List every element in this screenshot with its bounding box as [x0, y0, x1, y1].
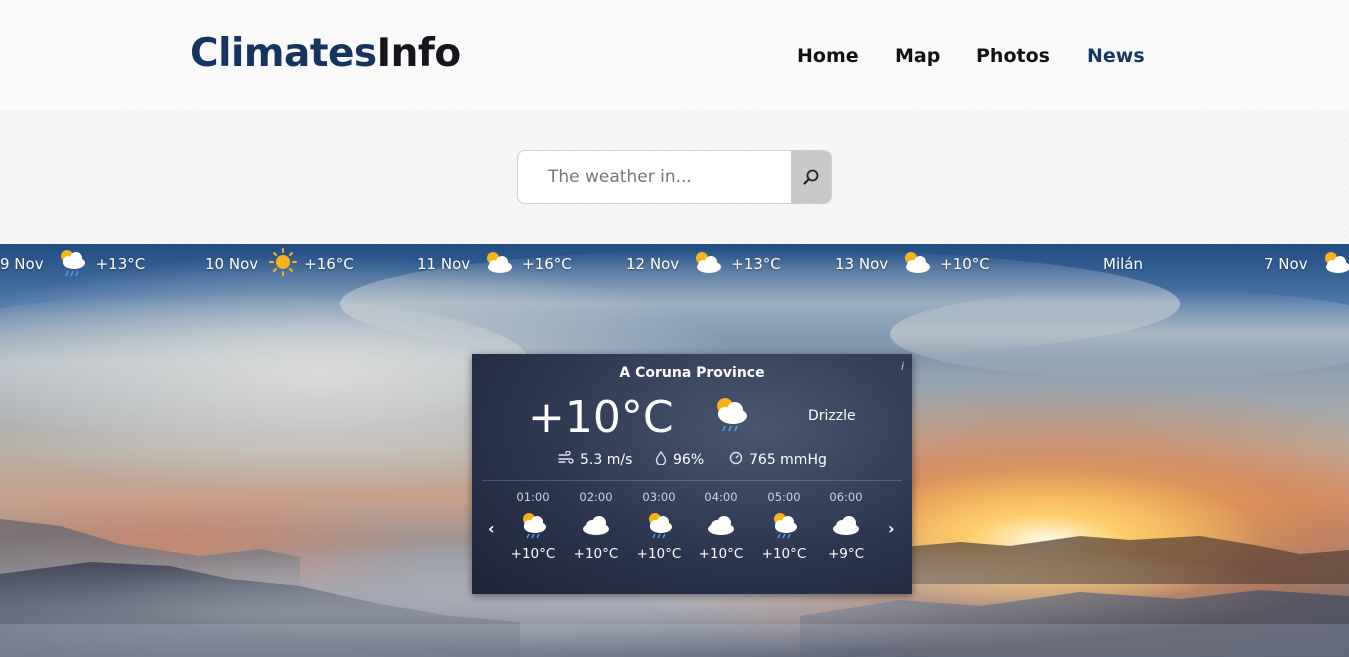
hour-temp: +9°C	[827, 546, 865, 562]
strip-day-9-nov[interactable]: 9 Nov +13°C	[0, 250, 145, 278]
cloud-icon	[568, 508, 624, 542]
sun-cloud-rain-icon	[756, 508, 812, 542]
sun-cloud-icon	[689, 247, 725, 281]
sun-icon	[268, 247, 298, 281]
site-header: ClimatesInfo Home Map Photos News	[0, 0, 1349, 110]
strip-date: 11 Nov	[417, 255, 471, 273]
nav-home[interactable]: Home	[797, 44, 859, 68]
wind-stat: 5.3 m/s	[558, 450, 632, 470]
humidity-stat: 96%	[655, 450, 704, 470]
strip-city-milan[interactable]: Milán	[1103, 250, 1143, 278]
info-icon[interactable]: i	[901, 360, 904, 373]
sun-cloud-rain-icon	[708, 394, 752, 438]
search-section	[0, 110, 1349, 244]
current-condition: Drizzle	[808, 408, 856, 424]
strip-day-12-nov[interactable]: 12 Nov +13°C	[626, 250, 781, 278]
strip-date: 7 Nov	[1264, 255, 1308, 273]
hour-time: 03:00	[642, 490, 676, 504]
gauge-icon	[729, 451, 743, 469]
strip-temp: +10°C	[940, 255, 990, 273]
nav-news[interactable]: News	[1087, 44, 1145, 68]
chevron-right-icon[interactable]: ›	[888, 519, 895, 538]
hourly-item: 03:00 +10°C	[631, 490, 687, 562]
sun-cloud-icon	[1318, 247, 1349, 281]
hourly-item: 02:00 +10°C	[568, 490, 624, 562]
strip-date: 12 Nov	[626, 255, 680, 273]
search-input[interactable]	[518, 151, 792, 203]
widget-divider	[482, 480, 902, 481]
nav-map[interactable]: Map	[895, 44, 940, 68]
strip-temp: +16°C	[304, 255, 354, 273]
sun-cloud-rain-icon	[54, 246, 90, 282]
sun-cloud-rain-icon	[631, 508, 687, 542]
sun-cloud-rain-icon	[505, 508, 561, 542]
strip-date: 9 Nov	[0, 255, 44, 273]
hour-temp: +10°C	[761, 546, 807, 562]
strip-day-10-nov[interactable]: 10 Nov +16°C	[205, 247, 354, 281]
hour-temp: +10°C	[573, 546, 619, 562]
strip-date: 13 Nov	[835, 255, 889, 273]
search-button[interactable]	[791, 151, 831, 203]
strip-city: Milán	[1103, 255, 1143, 273]
search-icon	[803, 169, 819, 185]
hour-time: 06:00	[829, 490, 863, 504]
humidity-value: 96%	[673, 452, 705, 468]
site-logo[interactable]: ClimatesInfo	[190, 30, 461, 78]
sun-cloud-icon	[480, 247, 516, 281]
hourly-item: 05:00 +10°C	[756, 490, 812, 562]
hour-temp: +10°C	[698, 546, 744, 562]
hourly-item: 04:00 +10°C	[693, 490, 749, 562]
widget-location: A Coruna Province	[619, 365, 765, 381]
strip-date: 10 Nov	[205, 255, 259, 273]
strip-day-13-nov[interactable]: 13 Nov +10°C	[835, 250, 990, 278]
wind-speed: 5.3 m/s	[580, 452, 633, 468]
hour-temp: +10°C	[636, 546, 682, 562]
logo-part-info: Info	[376, 31, 462, 76]
nav-photos[interactable]: Photos	[976, 44, 1050, 68]
chevron-left-icon[interactable]: ‹	[488, 519, 495, 538]
current-temperature: +10°C	[528, 392, 674, 443]
cloud-icon	[693, 508, 749, 542]
pressure-stat: 765 mmHg	[729, 450, 827, 470]
strip-day-11-nov[interactable]: 11 Nov +16°C	[417, 250, 572, 278]
hour-time: 05:00	[767, 490, 801, 504]
droplet-icon	[655, 450, 667, 469]
hour-time: 02:00	[579, 490, 613, 504]
cloud-icon	[818, 508, 874, 542]
wind-icon	[558, 450, 574, 469]
hero-section: 9 Nov +13°C 10 Nov +16°C 11 Nov +16°C 12…	[0, 244, 1349, 657]
hour-time: 01:00	[516, 490, 550, 504]
weather-widget: A Coruna Province i +10°C Drizzle 5.3 m/…	[472, 354, 912, 594]
sun-cloud-icon	[898, 247, 934, 281]
strip-temp: +13°C	[731, 255, 781, 273]
logo-part-climates: Climates	[190, 31, 377, 76]
strip-temp: +16°C	[522, 255, 572, 273]
strip-day-7-nov[interactable]: 7 Nov	[1264, 250, 1349, 278]
pressure-value: 765 mmHg	[749, 452, 827, 468]
hour-time: 04:00	[704, 490, 738, 504]
hourly-item: 01:00 +10°C	[505, 490, 561, 562]
hourly-item: 06:00 +9°C	[818, 490, 874, 562]
strip-temp: +13°C	[95, 255, 146, 273]
hour-temp: +10°C	[510, 546, 556, 562]
search-form	[517, 150, 832, 204]
